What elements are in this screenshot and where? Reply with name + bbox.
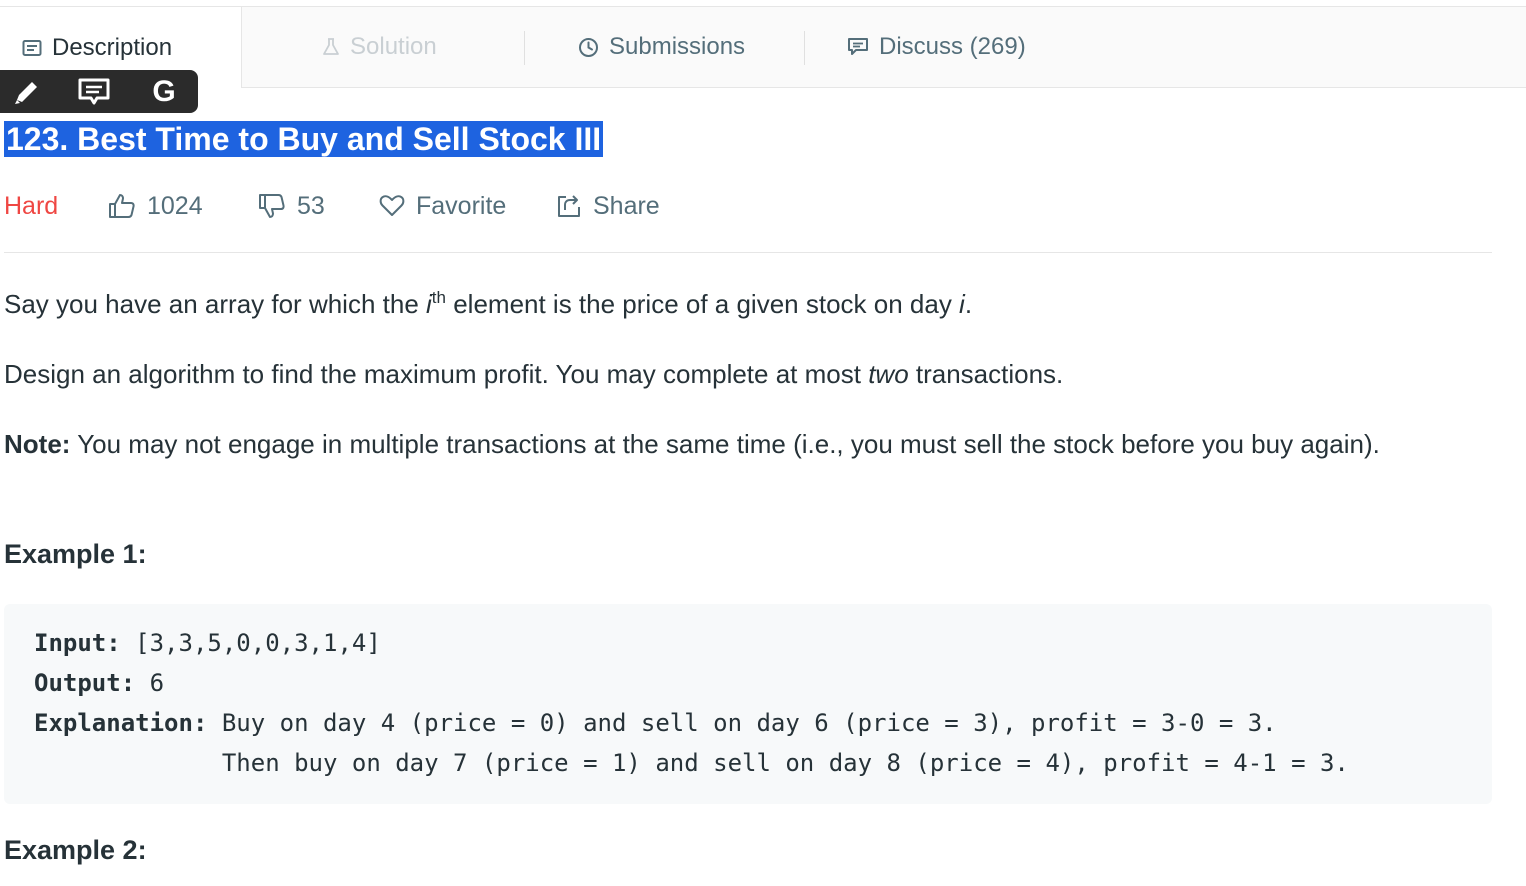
tab-solution-label: Solution [350, 33, 437, 60]
example-1-heading: Example 1: [4, 539, 147, 569]
tab-separator [804, 31, 805, 65]
comment-icon [78, 78, 110, 105]
highlight-button[interactable] [12, 77, 42, 107]
description-paragraph-1: Say you have an array for which the ith … [4, 283, 1484, 325]
share-label: Share [593, 191, 660, 220]
text-span: Design an algorithm to find the maximum … [4, 359, 869, 389]
text-span: element is the price of a given stock on… [445, 289, 960, 319]
problem-meta-row: Hard 1024 53 Favorite Share [4, 186, 804, 226]
tab-submissions-label: Submissions [609, 33, 746, 60]
favorite-label: Favorite [416, 191, 507, 220]
dislikes-count: 53 [297, 191, 325, 220]
flask-icon [323, 38, 339, 55]
share-button[interactable]: Share [556, 186, 660, 226]
dislike-button[interactable]: 53 [258, 186, 325, 226]
explanation-text: Buy on day 4 (price = 0) and sell on day… [207, 709, 1277, 737]
description-paragraph-2: Design an algorithm to find the maximum … [4, 353, 1484, 395]
output-label: Output: [34, 669, 136, 697]
tab-description-label: Description [52, 33, 173, 61]
explanation-label: Explanation: [34, 709, 208, 737]
google-icon: G [152, 75, 176, 108]
text-span: . [964, 289, 973, 319]
code-line-input: Input: [3,3,5,0,0,3,1,4] [34, 629, 381, 657]
input-value: [3,3,5,0,0,3,1,4] [120, 629, 381, 657]
thumbs-down-icon [259, 194, 285, 218]
code-line-output: Output: 6 [34, 669, 164, 697]
tab-discuss[interactable]: Discuss (269) [847, 7, 1026, 87]
likes-count: 1024 [147, 191, 203, 220]
text-superscript: th [431, 288, 446, 307]
difficulty-badge: Hard [4, 191, 59, 220]
favorite-button[interactable]: Favorite [379, 186, 506, 226]
google-search-button[interactable]: G [146, 75, 182, 109]
input-label: Input: [34, 629, 121, 657]
code-line-explanation-continued: Then buy on day 7 (price = 1) and sell o… [34, 749, 1349, 777]
selection-popup-toolbar: G [0, 70, 198, 113]
description-icon [22, 39, 42, 56]
heart-icon [379, 195, 405, 216]
note-label: Note: [4, 429, 71, 459]
text-italic: two [868, 359, 909, 389]
output-value: 6 [135, 669, 165, 697]
text-span: Say you have an array for which the [4, 289, 427, 319]
highlighter-icon [15, 82, 37, 104]
comment-button[interactable] [76, 77, 112, 107]
code-line-explanation: Explanation: Buy on day 4 (price = 0) an… [34, 709, 1277, 737]
example-2-heading: Example 2: [4, 835, 147, 865]
note-text: You may not engage in multiple transacti… [70, 429, 1380, 459]
share-icon [558, 195, 580, 217]
tab-solution[interactable]: Solution [322, 7, 437, 87]
like-button[interactable]: 1024 [108, 186, 203, 226]
tab-submissions[interactable]: Submissions [578, 7, 745, 87]
comment-icon [848, 38, 868, 55]
thumbs-up-icon [109, 194, 135, 218]
problem-title: 123. Best Time to Buy and Sell Stock III [4, 121, 604, 157]
text-span: transactions. [908, 359, 1064, 389]
tab-separator [524, 31, 525, 65]
tab-bar: Description Solution Submissions Discuss… [0, 6, 1526, 88]
clock-icon [579, 37, 598, 57]
note-paragraph: Note: You may not engage in multiple tra… [4, 423, 1484, 465]
tab-discuss-label: Discuss (269) [879, 33, 1026, 60]
example-1-code-block: Input: [3,3,5,0,0,3,1,4] Output: 6 Expla… [4, 604, 1492, 804]
divider [4, 252, 1492, 253]
